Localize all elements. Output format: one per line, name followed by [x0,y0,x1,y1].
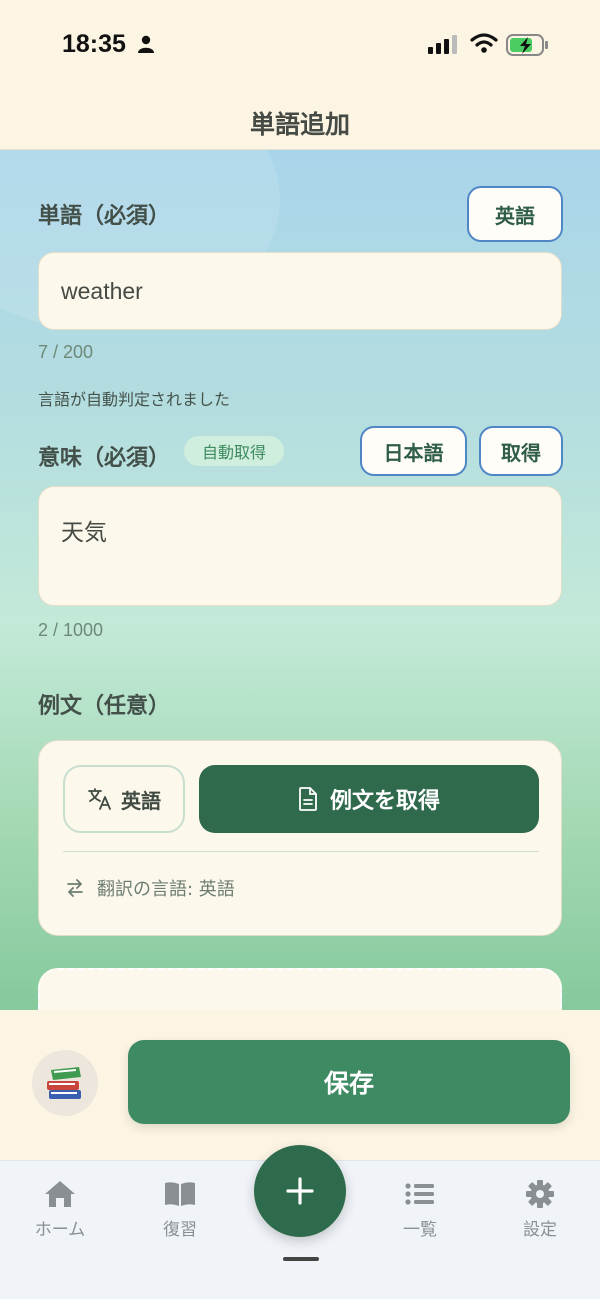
meaning-counter: 2 / 1000 [38,620,104,640]
status-time: 18:35 [62,30,126,58]
add-fab-button[interactable] [254,1145,346,1237]
form-content: 単語（必須） 英語 weather 7 / 200 言語が自動判定されました 意… [0,150,600,1010]
auto-fetch-badge: 自動取得 [184,436,284,466]
person-icon [138,35,154,53]
fetch-example-label: 例文を取得 [329,789,440,814]
word-input-value: weather [61,277,143,304]
meaning-language-button[interactable]: 日本語 [360,426,467,476]
word-label: 単語（必須） [38,204,171,229]
image-drop-area[interactable] [38,968,562,1010]
page-title: 単語追加 [249,109,350,139]
meaning-fetch-button[interactable]: 取得 [479,426,563,476]
meaning-label: 意味（必須） [38,446,171,471]
swap-icon [67,879,83,897]
document-icon [299,787,317,811]
save-button[interactable]: 保存 [128,1040,570,1124]
example-language-label: 英語 [121,788,161,813]
example-card: 英語 例文を取得 翻訳の言語: 英語 [38,740,562,936]
signal-icon [428,35,457,54]
battery-icon [506,34,548,56]
save-bar: 保存 [0,1010,600,1160]
tab-review-label: 復習 [163,1220,197,1240]
word-language-button[interactable]: 英語 [467,186,563,242]
tab-list-label: 一覧 [403,1220,437,1240]
plus-icon [286,1177,314,1205]
tab-bar: ホーム 復習 一覧 設定 [0,1145,600,1299]
example-label: 例文（任意） [38,694,171,719]
translate-icon [88,788,111,810]
books-icon [47,1067,81,1099]
tab-list[interactable]: 一覧 [370,1179,470,1240]
tab-review[interactable]: 復習 [130,1179,230,1240]
book-icon [165,1182,195,1206]
home-icon [45,1181,75,1207]
wifi-icon [470,33,498,53]
gear-icon [526,1180,554,1208]
home-indicator [283,1257,319,1261]
divider [63,851,539,852]
fetch-example-button[interactable]: 例文を取得 [199,765,539,833]
tab-settings-label: 設定 [523,1220,557,1240]
tab-settings[interactable]: 設定 [490,1179,590,1240]
word-counter: 7 / 200 [38,342,94,362]
nav-bar: 単語追加 [0,92,600,150]
tab-home[interactable]: ホーム [10,1179,110,1240]
word-input[interactable]: weather [38,252,562,330]
avatar[interactable] [32,1050,98,1116]
translation-language-row[interactable]: 翻訳の言語: 英語 [65,875,235,901]
list-icon [405,1183,434,1205]
example-language-chip[interactable]: 英語 [63,765,185,833]
translation-language-label: 翻訳の言語: 英語 [97,879,235,900]
tab-home-label: ホーム [34,1220,86,1240]
language-detected-hint: 言語が自動判定されました [38,390,231,409]
status-bar: 18:35 [0,0,600,92]
meaning-input[interactable]: 天気 [38,486,562,606]
meaning-input-value: 天気 [61,519,107,545]
